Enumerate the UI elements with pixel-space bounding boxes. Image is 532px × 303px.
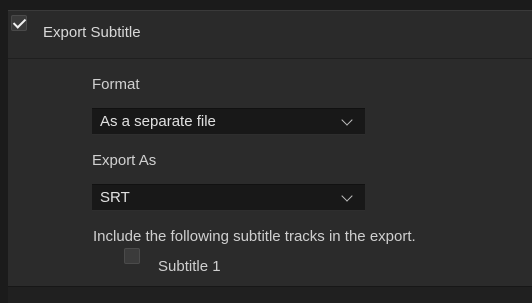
export-as-selected-value: SRT <box>100 189 130 206</box>
chevron-down-icon <box>341 190 353 202</box>
export-subtitle-title: Export Subtitle <box>43 24 141 41</box>
export-as-dropdown[interactable]: SRT <box>92 184 365 211</box>
checkmark-icon <box>12 15 27 29</box>
subtitle-track-label: Subtitle 1 <box>158 258 221 275</box>
tracks-instruction: Include the following subtitle tracks in… <box>93 228 416 245</box>
section-body <box>8 58 532 287</box>
subtitle-track-checkbox[interactable] <box>124 248 140 264</box>
chevron-down-icon <box>341 114 353 126</box>
format-selected-value: As a separate file <box>100 113 216 130</box>
section-divider <box>8 286 532 303</box>
export-subtitle-section: Export Subtitle Format As a separate fil… <box>0 0 532 303</box>
format-label: Format <box>92 76 140 93</box>
format-dropdown[interactable]: As a separate file <box>92 108 365 135</box>
export-subtitle-checkbox[interactable] <box>11 15 27 31</box>
export-as-label: Export As <box>92 152 157 169</box>
